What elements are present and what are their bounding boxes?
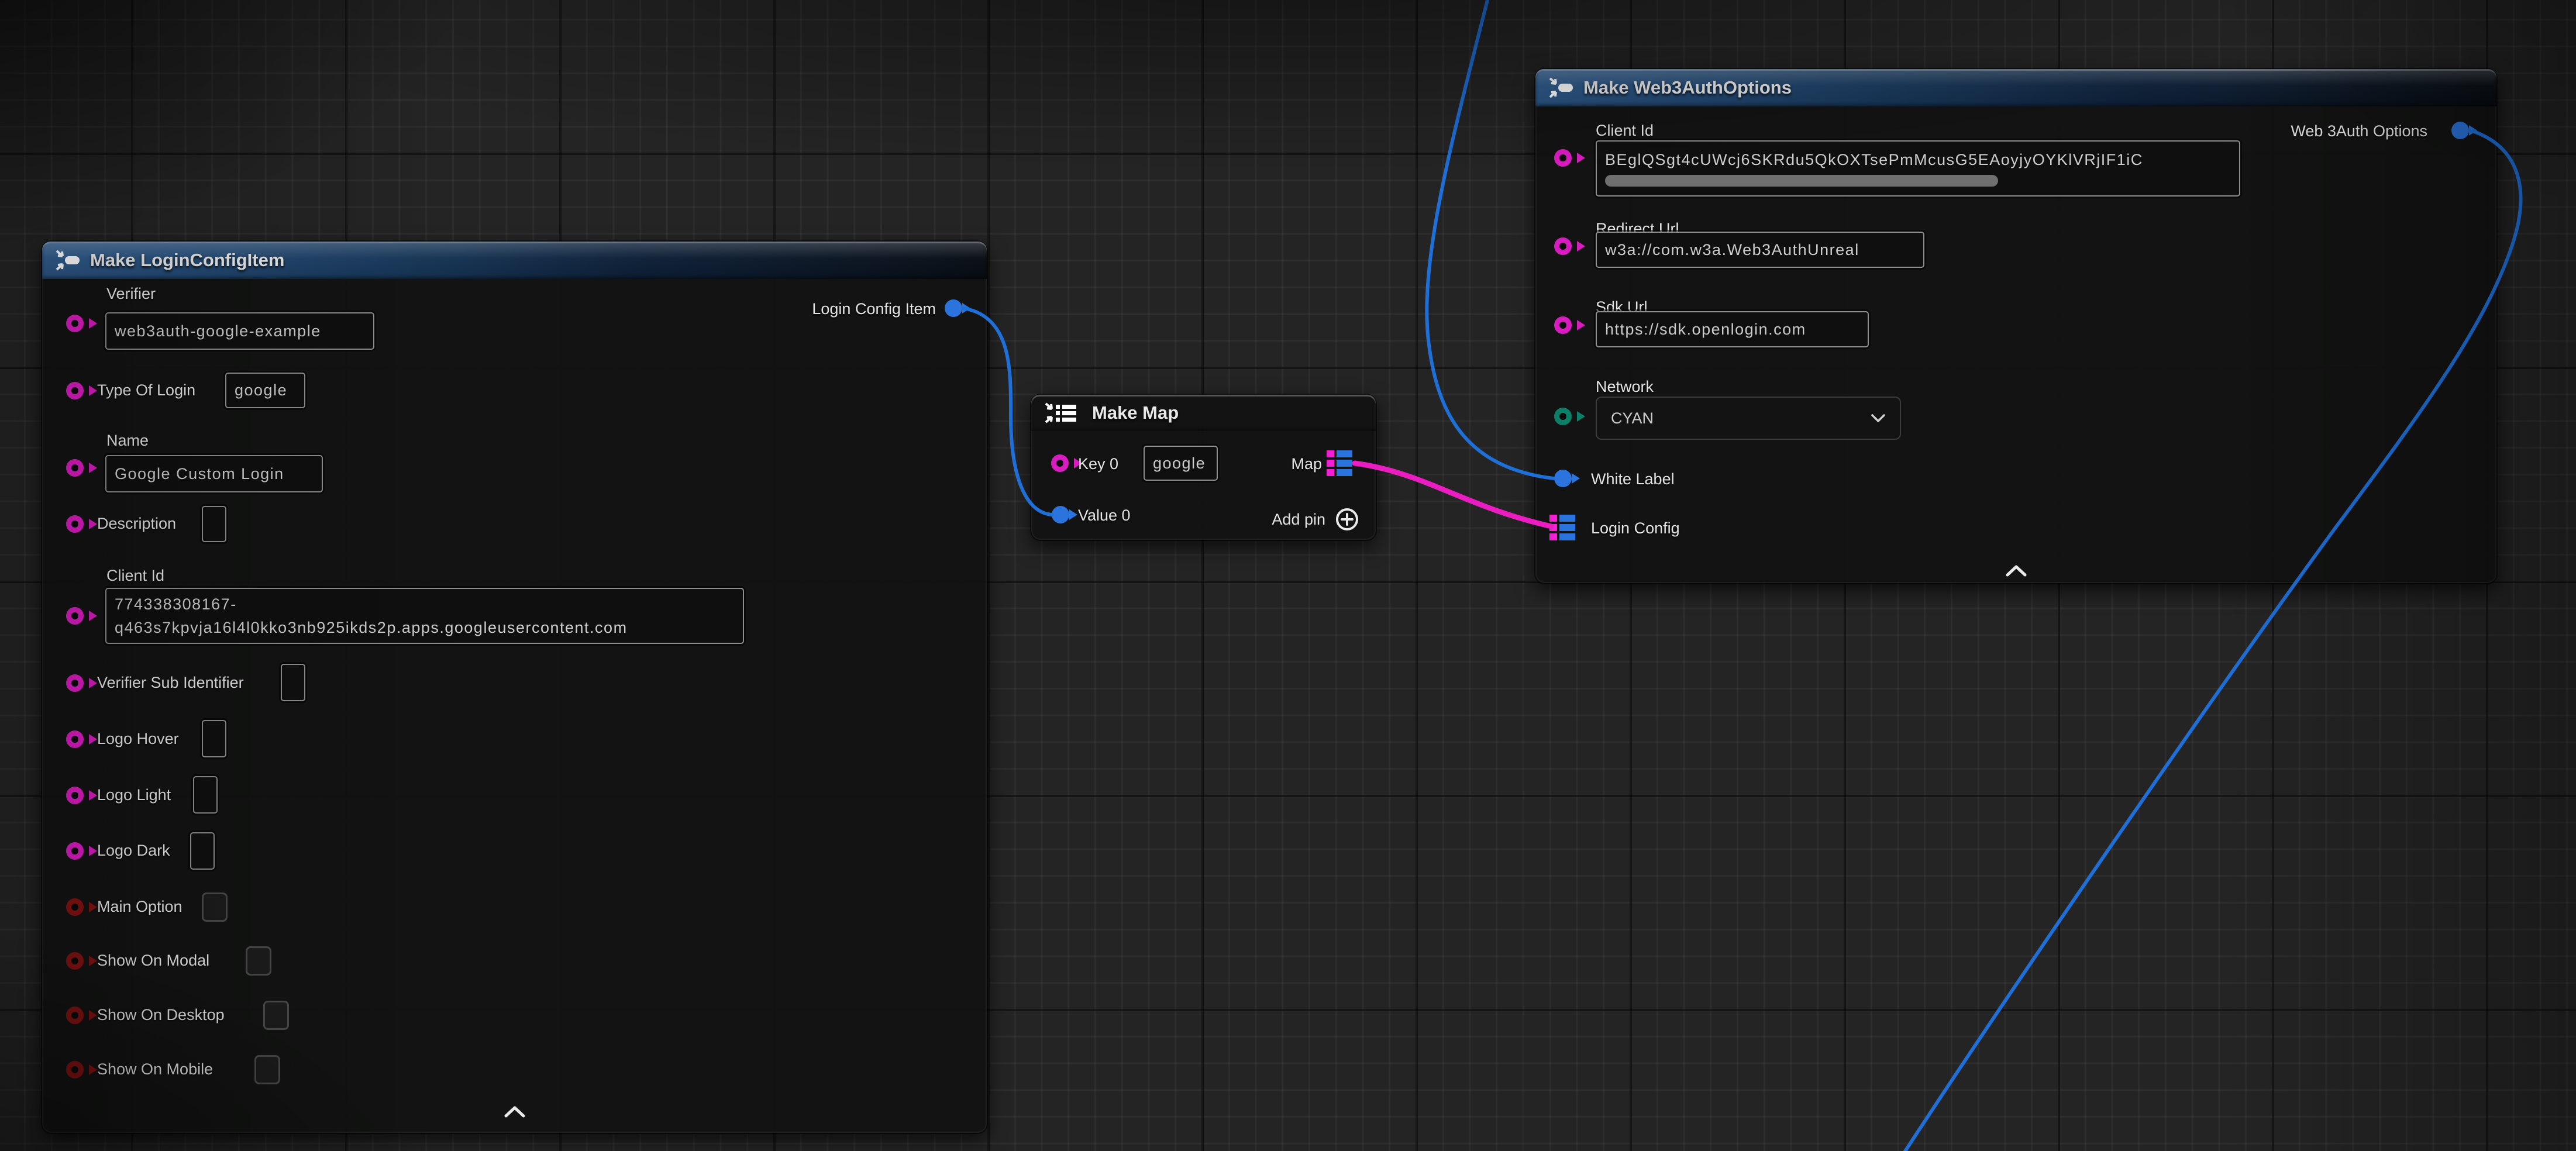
pin-label-client-id: Client Id — [106, 567, 164, 585]
client-id-input[interactable]: 774338308167- q463s7kpvja16l4l0kko3nb925… — [105, 588, 744, 644]
pin-string-logo-light[interactable] — [66, 787, 84, 804]
chevron-down-icon — [1871, 413, 1886, 423]
node-header[interactable]: Make Map — [1031, 395, 1376, 431]
pin-bool-show-on-modal[interactable] — [66, 952, 84, 970]
pin-struct-value0[interactable] — [1052, 506, 1069, 523]
logo-dark-input[interactable] — [190, 832, 215, 870]
pin-label-show-on-modal: Show On Modal — [97, 952, 209, 970]
client-id-input[interactable]: BEglQSgt4cUWcj6SKRdu5QkOXTsePmMcusG5EAoy… — [1596, 140, 2240, 197]
verifier-sub-identifier-input[interactable] — [281, 664, 305, 701]
pin-struct-login-config-item-out[interactable] — [945, 299, 962, 317]
node-make-loginconfigitem[interactable]: Make LoginConfigItem Login Config Item V… — [42, 242, 987, 1133]
logo-light-input[interactable] — [193, 776, 218, 814]
pin-label-show-on-mobile: Show On Mobile — [97, 1060, 213, 1078]
pin-label-value0: Value 0 — [1078, 506, 1131, 525]
pin-string-logo-hover[interactable] — [66, 730, 84, 748]
make-struct-icon — [55, 247, 81, 273]
make-struct-icon — [1548, 75, 1574, 101]
pin-label-white-label: White Label — [1591, 470, 1675, 488]
sdk-url-input[interactable]: https://sdk.openlogin.com — [1596, 311, 1869, 347]
type-of-login-input[interactable]: google — [225, 373, 305, 408]
client-id-value: BEglQSgt4cUWcj6SKRdu5QkOXTsePmMcusG5EAoy… — [1605, 151, 2143, 169]
pin-bool-main-option[interactable] — [66, 898, 84, 916]
make-map-icon — [1044, 400, 1083, 426]
redirect-url-input[interactable]: w3a://com.w3a.Web3AuthUnreal — [1596, 232, 1924, 268]
node-make-map[interactable]: Make Map Key 0 google Map Value 0 Add pi… — [1031, 395, 1376, 540]
pin-label-logo-light: Logo Light — [97, 786, 171, 804]
pin-struct-white-label[interactable] — [1554, 470, 1572, 487]
output-pin-label-map: Map — [1291, 455, 1322, 473]
verifier-value: web3auth-google-example — [115, 322, 321, 340]
add-pin-label: Add pin — [1272, 511, 1325, 529]
pin-string-key0[interactable] — [1051, 454, 1069, 472]
pin-string-logo-dark[interactable] — [66, 842, 84, 860]
node-header[interactable]: Make Web3AuthOptions — [1535, 69, 2496, 106]
pin-bool-show-on-mobile[interactable] — [66, 1061, 84, 1078]
show-on-mobile-checkbox[interactable] — [254, 1055, 280, 1084]
pin-label-main-option: Main Option — [97, 898, 182, 916]
logo-hover-input[interactable] — [202, 720, 226, 757]
collapse-node-button[interactable] — [504, 1106, 525, 1118]
network-value: CYAN — [1611, 409, 1654, 428]
client-id-line2: q463s7kpvja16l4l0kko3nb925ikds2p.apps.go… — [115, 616, 628, 639]
pin-label-client-id: Client Id — [1596, 122, 1654, 140]
horizontal-scrollbar[interactable] — [1605, 175, 1998, 187]
pin-label-network: Network — [1596, 378, 1654, 396]
pin-label-show-on-desktop: Show On Desktop — [97, 1006, 225, 1024]
plus-circle-icon — [1335, 507, 1359, 532]
pin-string-sdk-url[interactable] — [1554, 316, 1572, 334]
pin-enum-network[interactable] — [1554, 408, 1572, 425]
pin-label-verifier: Verifier — [106, 285, 156, 303]
name-input[interactable]: Google Custom Login — [105, 455, 323, 492]
pin-label-login-config: Login Config — [1591, 519, 1680, 537]
node-header[interactable]: Make LoginConfigItem — [42, 242, 987, 279]
pin-string-client-id[interactable] — [66, 607, 84, 625]
pin-label-name: Name — [106, 432, 149, 450]
type-of-login-value: google — [235, 381, 287, 399]
show-on-desktop-checkbox[interactable] — [263, 1001, 289, 1030]
pin-string-redirect-url[interactable] — [1554, 237, 1572, 255]
pin-label-key0: Key 0 — [1078, 455, 1118, 473]
client-id-line1: 774338308167- — [115, 592, 237, 616]
pin-string-verifier-sub-identifier[interactable] — [66, 674, 84, 692]
node-title: Make Map — [1092, 402, 1179, 423]
verifier-input[interactable]: web3auth-google-example — [105, 312, 374, 350]
sdk-url-value: https://sdk.openlogin.com — [1605, 321, 1806, 339]
pin-label-logo-dark: Logo Dark — [97, 842, 170, 860]
description-input[interactable] — [202, 506, 226, 542]
pin-struct-web3auth-options-out[interactable] — [2451, 122, 2469, 139]
output-pin-label: Login Config Item — [812, 300, 936, 318]
show-on-modal-checkbox[interactable] — [246, 946, 271, 976]
pin-string-client-id[interactable] — [1554, 149, 1572, 167]
key0-input[interactable]: google — [1144, 446, 1218, 481]
pin-string-verifier[interactable] — [66, 315, 84, 332]
node-title: Make LoginConfigItem — [90, 250, 284, 271]
pin-label-description: Description — [97, 515, 176, 533]
wire-offscreen-to-whitelabel[interactable] — [1427, 0, 1554, 478]
chevron-up-icon — [2007, 567, 2025, 575]
pin-string-description[interactable] — [66, 515, 84, 533]
pin-bool-show-on-desktop[interactable] — [66, 1007, 84, 1024]
pin-map-out[interactable] — [1327, 450, 1352, 476]
pin-label-logo-hover: Logo Hover — [97, 730, 179, 748]
output-pin-label: Web 3Auth Options — [2291, 122, 2427, 140]
pin-string-type-of-login[interactable] — [66, 382, 84, 399]
network-dropdown[interactable]: CYAN — [1596, 397, 1901, 440]
main-option-checkbox[interactable] — [202, 892, 228, 922]
key0-value: google — [1153, 454, 1206, 473]
pin-string-name[interactable] — [66, 459, 84, 477]
node-title: Make Web3AuthOptions — [1583, 77, 1792, 98]
blueprint-graph-canvas[interactable]: Make LoginConfigItem Login Config Item V… — [0, 0, 2576, 1151]
name-value: Google Custom Login — [115, 465, 284, 483]
collapse-node-button[interactable] — [2006, 565, 2027, 577]
redirect-url-value: w3a://com.w3a.Web3AuthUnreal — [1605, 241, 1859, 259]
chevron-up-icon — [506, 1108, 524, 1116]
pin-label-verifier-sub-identifier: Verifier Sub Identifier — [97, 674, 244, 692]
add-pin-button[interactable]: Add pin — [1272, 507, 1359, 532]
pin-label-type-of-login: Type Of Login — [97, 381, 195, 399]
